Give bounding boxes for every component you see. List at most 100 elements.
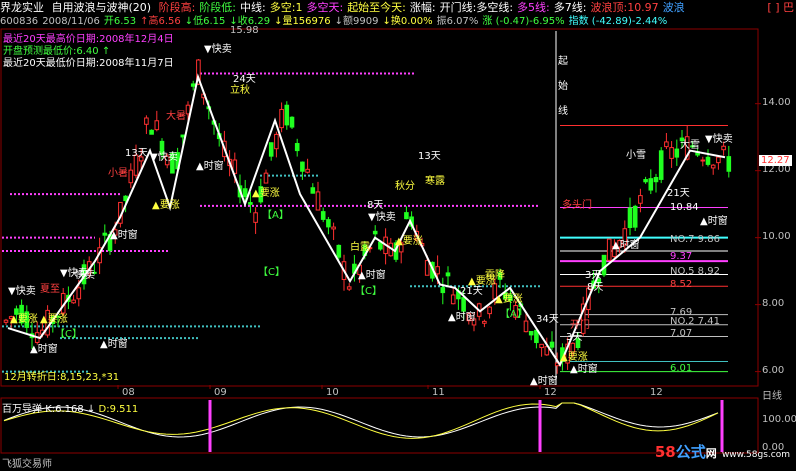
indicator-value-4: 多空天:: [306, 1, 344, 14]
candle-body: [268, 142, 274, 157]
indicator-value-10: 波浪顶:10.97: [590, 1, 659, 14]
quote-field-10: 涨 (-0.47)-6.95%: [482, 16, 565, 27]
title-bar: 界龙实业 自用波浪与波神(20) 阶段高: 阶段低: 中线: 多空:1 多空天: 起始至今…: [0, 0, 796, 15]
annotation-32: ▲时窗: [612, 240, 640, 251]
candle-body: [726, 156, 732, 172]
annotation-6: 小暑: [108, 168, 128, 179]
candle-body: [716, 156, 721, 164]
annotation-39: ▼快卖: [705, 134, 733, 145]
annotation-49: 【C】: [258, 267, 285, 278]
level-label-2: 9.37: [670, 250, 693, 262]
indicator-tab[interactable]: 自用波浪与波神(20): [52, 0, 152, 15]
annotation-18: ▲要涨: [395, 236, 423, 247]
indicator-values: 阶段高: 阶段低: 中线: 多空:1 多空天: 起始至今天: 涨幅: 开门线:多空线: 多5线:…: [159, 1, 689, 14]
turn-date-line: 12月转折日:8,15,23,*31: [4, 372, 120, 383]
annotation-9: ▲时窗: [110, 230, 138, 241]
annotation-16: 8天: [367, 200, 384, 211]
annotation-19: ▲时窗: [358, 270, 386, 281]
oscillator-label: 百万导弹 K:6.168 ↓ D:9.511: [2, 400, 138, 415]
level-label-1: NO.7 9.86: [670, 234, 720, 246]
candle-body: [76, 287, 82, 300]
candle-body: [326, 219, 331, 228]
annotation-41: ▲时窗: [700, 216, 728, 227]
candle-body: [242, 188, 248, 198]
candle-body: [289, 116, 295, 128]
candle-body: [721, 145, 726, 151]
indicator-value-1: 阶段低:: [199, 1, 237, 14]
candle-body: [643, 179, 648, 183]
candle-body: [320, 211, 326, 220]
annotation-43: ▼快卖: [8, 286, 36, 297]
indicator-value-11: 波浪: [662, 1, 685, 14]
osc-arrow: ↓: [86, 404, 96, 415]
indicator-value-0: 阶段高:: [158, 1, 196, 14]
annotation-28: ▲时窗: [100, 339, 128, 350]
candle-body: [190, 83, 196, 87]
candle-body: [487, 306, 492, 315]
candle-body: [523, 320, 529, 333]
month-label-12: 12: [650, 387, 663, 398]
annotation-23: 霜降: [485, 270, 505, 281]
osc-name: 百万导弹: [2, 404, 42, 415]
annotation-22: 21天: [460, 286, 483, 297]
annotation-20: 【C】: [355, 286, 382, 297]
quote-field-7: ↓额9909: [334, 16, 379, 27]
candle-body: [71, 299, 76, 304]
candle-body: [627, 207, 633, 228]
candle-body: [274, 133, 279, 150]
annotation-46: 快卖: [75, 270, 95, 281]
annotation-25: 【A】: [500, 309, 527, 320]
candle-body: [128, 169, 134, 184]
candle-body: [336, 244, 342, 258]
candle-body: [372, 230, 378, 235]
stock-name: 界龙实业: [0, 1, 44, 14]
annotation-7: ▲时窗: [196, 161, 224, 172]
window-buttons[interactable]: [ ] 巴: [767, 0, 794, 15]
level-label-6: NO.2 7.41: [670, 316, 720, 328]
price-axis-label: 14.00: [762, 96, 791, 108]
annotation-40: 21天: [667, 188, 690, 199]
candle-body: [445, 272, 451, 277]
month-label: 12: [544, 387, 557, 398]
candle-body: [300, 161, 305, 172]
quote-field-11: 指数 (-42.89)-2.44%: [568, 16, 668, 27]
candle-body: [144, 117, 149, 125]
candle-body: [424, 260, 430, 276]
annotation-44: 夏至: [40, 284, 60, 295]
annotation-8: ▲要涨: [152, 200, 180, 211]
candle-body: [638, 195, 643, 204]
annotation-29: ▲要涨: [40, 314, 68, 325]
horizontal-level-lines: [2, 72, 728, 373]
current-price-badge: 12.27: [759, 154, 792, 166]
level-label-3: NO.5 8.92: [670, 265, 720, 277]
month-label: 09: [214, 387, 227, 398]
osc-k: K:6.168: [45, 404, 84, 415]
month-label: 08: [122, 387, 135, 398]
annotation-14: 寒露: [425, 176, 445, 187]
start-line-char: 起: [558, 56, 568, 67]
candle-body: [185, 104, 191, 115]
annotation-24: ▲要涨: [495, 294, 523, 305]
quote-field-8: ↓换0.00%: [382, 16, 433, 27]
candle-body: [549, 341, 555, 348]
watermark: 58公式网 www.58gs.com: [654, 443, 790, 461]
quote-field-1: 2008/11/06: [42, 16, 100, 27]
candle-body: [279, 108, 284, 129]
axis-unit-label: 日线: [762, 391, 782, 402]
annotation-10: ▲要涨: [252, 188, 280, 199]
candle-body: [404, 212, 409, 220]
candle-body: [248, 202, 253, 205]
start-line-char: 线: [558, 106, 568, 117]
indicator-value-3: 多空:1: [269, 1, 303, 14]
quote-field-6: ↓量156976: [274, 16, 331, 27]
price-axis-label: 6.00: [762, 364, 785, 376]
level-label-4: 8.52: [670, 279, 693, 291]
annotation-3: 大暑: [166, 111, 186, 122]
info-line-2: 最近20天最低价日期:2008年11月7日: [3, 58, 174, 69]
candle-body: [658, 150, 664, 180]
start-line-char: 始: [558, 81, 568, 92]
annotation-51: ▲时窗: [530, 376, 558, 387]
level-label-0: 10.84: [670, 201, 699, 213]
annotation-5: ▼快卖: [150, 152, 178, 163]
annotation-47: ▲要涨: [10, 314, 38, 325]
